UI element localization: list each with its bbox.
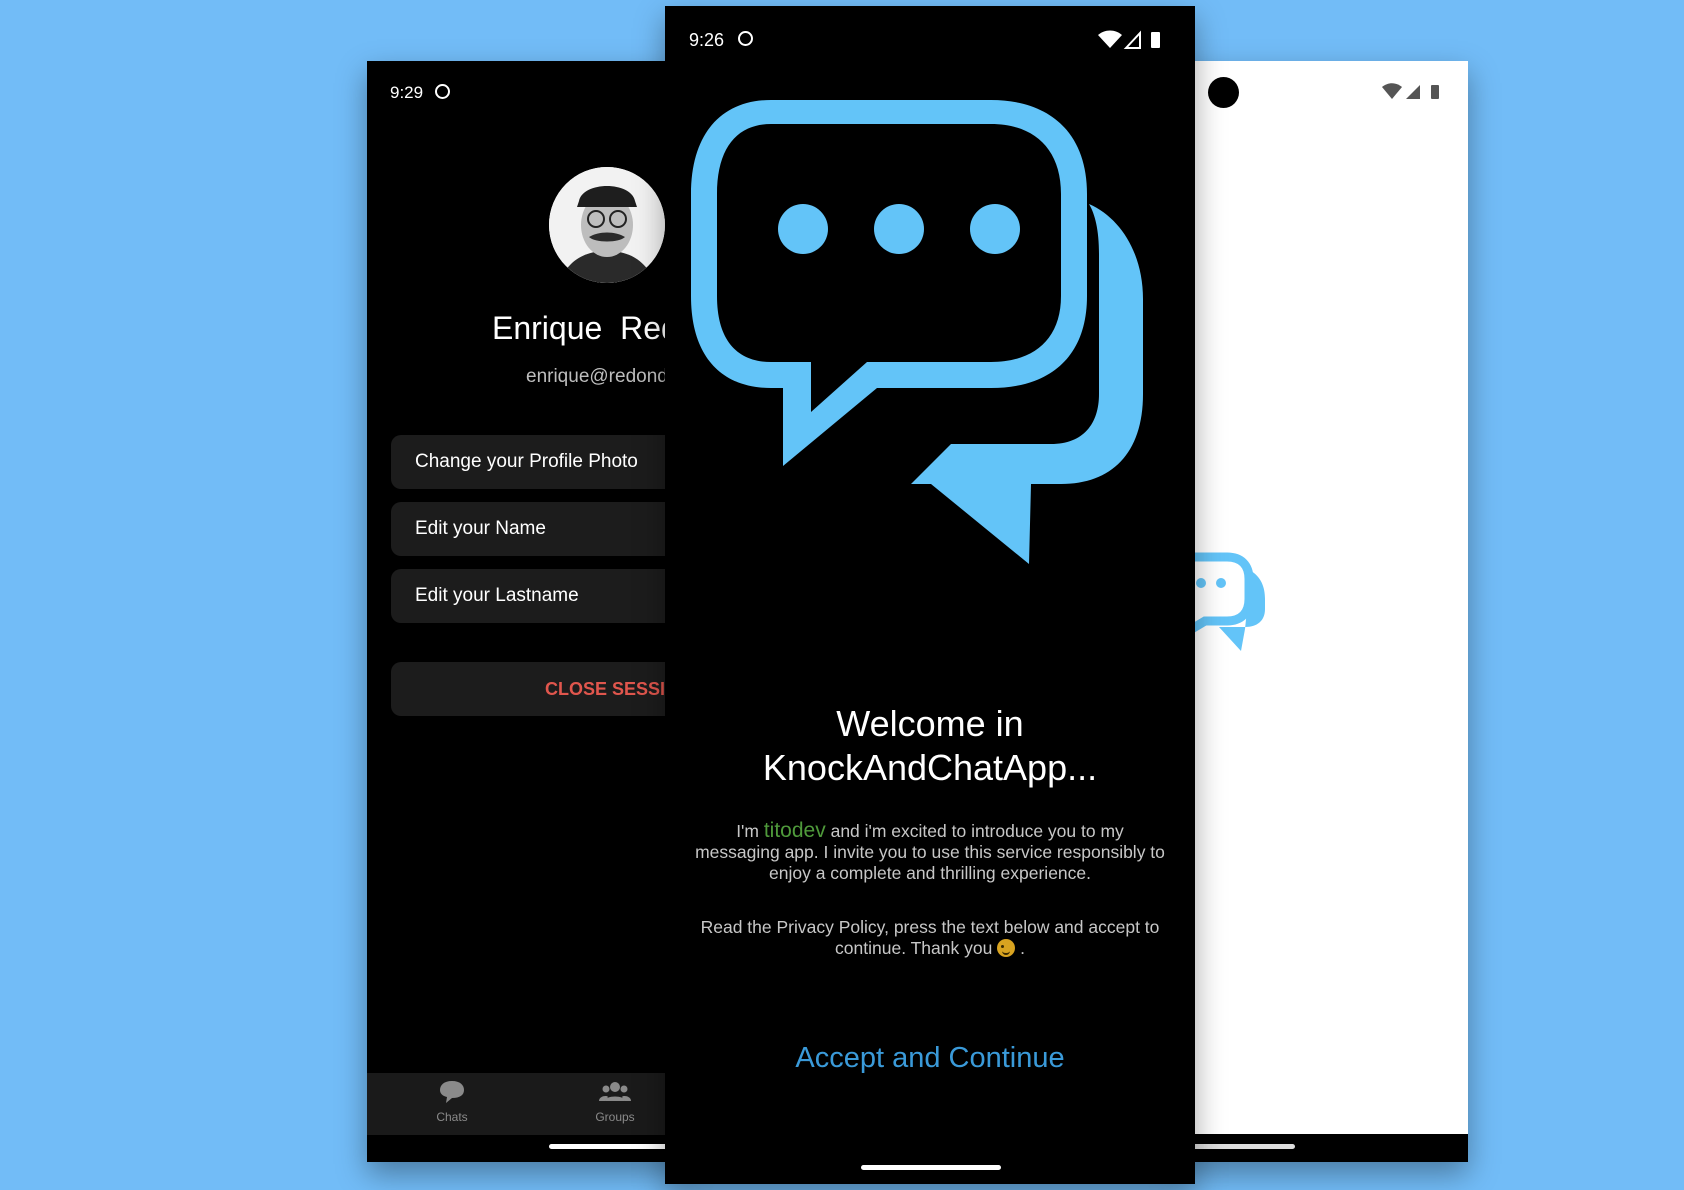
profile-email: enrique@redond	[526, 366, 668, 387]
change-photo-button[interactable]: Change your Profile Photo	[391, 435, 687, 489]
notification-icon	[738, 31, 753, 46]
app-logo-icon	[691, 100, 1143, 564]
nav-groups-label: Groups	[595, 1110, 635, 1124]
privacy-policy-text[interactable]: Read the Privacy Policy, press the text …	[693, 917, 1167, 959]
intro-text: I'm titodev and i'm excited to introduce…	[693, 820, 1167, 884]
notification-icon	[435, 84, 450, 99]
nav-groups[interactable]: Groups	[585, 1079, 645, 1124]
policy-end: .	[1015, 938, 1025, 958]
status-time: 9:29	[390, 83, 424, 102]
edit-name-button[interactable]: Edit your Name	[391, 502, 687, 556]
welcome-title: Welcome in KnockAndChatApp...	[665, 702, 1195, 790]
intro-prefix: I'm	[736, 821, 764, 841]
home-indicator[interactable]	[861, 1165, 1001, 1170]
brand-name: titodev	[763, 819, 826, 842]
camera-cutout	[1208, 77, 1239, 108]
status-icons	[1098, 30, 1160, 49]
profile-name: Enrique Red	[492, 310, 679, 346]
status-icons	[1382, 83, 1439, 99]
edit-lastname-button[interactable]: Edit your Lastname	[391, 569, 687, 623]
bottom-navigation: Chats Groups	[367, 1073, 687, 1135]
welcome-screen: 9:26 Welcome in KnockAndChatApp... I'm t…	[665, 6, 1195, 1184]
chat-bubble-icon	[440, 1081, 464, 1103]
nav-chats[interactable]: Chats	[422, 1079, 482, 1124]
close-session-button[interactable]: CLOSE SESSIO	[391, 662, 687, 716]
welcome-title-line2: KnockAndChatApp...	[762, 747, 1098, 788]
splash-screen	[1175, 61, 1468, 1162]
policy-text: Read the Privacy Policy, press the text …	[700, 917, 1160, 958]
group-icon	[599, 1082, 631, 1101]
avatar[interactable]	[549, 167, 665, 283]
welcome-title-line1: Welcome in	[836, 703, 1024, 744]
wink-emoji-icon	[997, 939, 1016, 957]
profile-screen: 9:29 Enrique Red enrique@redond Change y…	[367, 61, 687, 1162]
nav-chats-label: Chats	[436, 1110, 468, 1124]
accept-continue-button[interactable]: Accept and Continue	[665, 1042, 1195, 1075]
status-time: 9:26	[689, 30, 725, 50]
